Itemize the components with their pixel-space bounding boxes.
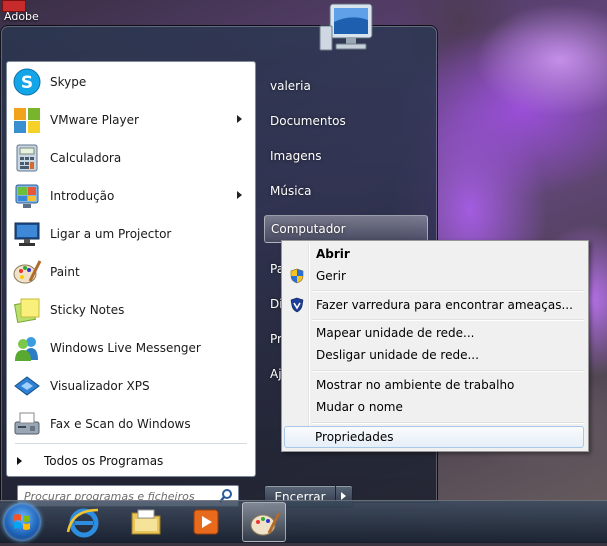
messenger-icon <box>12 333 42 363</box>
internet-explorer-icon <box>66 508 99 538</box>
context-item-label: Fazer varredura para encontrar ameaças..… <box>316 298 573 312</box>
program-label: Calculadora <box>50 151 122 165</box>
svg-text:S: S <box>21 73 33 93</box>
submenu-arrow-icon <box>237 191 242 199</box>
right-item-documents[interactable]: Documentos <box>264 107 426 135</box>
start-orb-button[interactable] <box>3 503 41 541</box>
taskbar-internet-explorer[interactable] <box>62 502 106 542</box>
right-item-music[interactable]: Música <box>264 177 426 205</box>
arrow-right-icon <box>341 492 346 500</box>
all-programs-button[interactable]: Todos os Programas <box>13 450 249 472</box>
context-item-rename[interactable]: Mudar o nome <box>284 396 584 418</box>
program-item-introducao[interactable]: Introdução <box>9 178 252 214</box>
right-item-label: valeria <box>270 79 311 93</box>
start-menu-programs-panel: S Skype VMware Player Calculadora Introd… <box>6 61 256 477</box>
computer-context-menu: Abrir Gerir Fazer varredura para encontr… <box>281 240 589 452</box>
context-item-label: Mapear unidade de rede... <box>316 326 475 340</box>
context-menu-separator <box>312 290 584 292</box>
right-item-computer[interactable]: Computador <box>264 215 428 243</box>
projector-icon <box>12 219 42 249</box>
windows-explorer-icon <box>131 509 161 535</box>
program-label: Visualizador XPS <box>50 379 150 393</box>
programs-divider <box>15 443 247 444</box>
context-item-label: Mudar o nome <box>316 400 403 414</box>
skype-icon: S <box>12 67 42 97</box>
windows-logo-icon <box>14 514 30 530</box>
context-item-show-on-desktop[interactable]: Mostrar no ambiente de trabalho <box>284 374 584 396</box>
program-item-paint[interactable]: Paint <box>9 254 252 290</box>
context-item-scan[interactable]: Fazer varredura para encontrar ameaças..… <box>284 294 584 316</box>
context-item-label: Propriedades <box>315 430 394 444</box>
taskbar <box>0 500 607 543</box>
program-item-skype[interactable]: S Skype <box>9 64 252 100</box>
program-item-windows-live-messenger[interactable]: Windows Live Messenger <box>9 330 252 366</box>
program-label: Windows Live Messenger <box>50 341 201 355</box>
context-menu-separator <box>312 319 584 321</box>
context-item-label: Mostrar no ambiente de trabalho <box>316 378 515 392</box>
context-menu-separator <box>312 422 584 424</box>
program-item-fax-scan[interactable]: Fax e Scan do Windows <box>9 406 252 442</box>
adobe-shortcut-label[interactable]: Adobe <box>4 10 39 23</box>
right-item-pictures[interactable]: Imagens <box>264 142 426 170</box>
program-item-calculadora[interactable]: Calculadora <box>9 140 252 176</box>
context-item-open[interactable]: Abrir <box>284 243 584 265</box>
taskbar-windows-explorer[interactable] <box>124 502 168 542</box>
program-item-ligar-projector[interactable]: Ligar a um Projector <box>9 216 252 252</box>
right-item-user[interactable]: valeria <box>264 72 426 100</box>
program-label: Skype <box>50 75 87 89</box>
uac-shield-icon <box>289 268 305 284</box>
xps-viewer-icon <box>12 371 42 401</box>
program-label: Sticky Notes <box>50 303 125 317</box>
program-item-vmware-player[interactable]: VMware Player <box>9 102 252 138</box>
program-label: VMware Player <box>50 113 139 127</box>
program-label: Introdução <box>50 189 115 203</box>
taskbar-paint[interactable] <box>242 502 286 542</box>
right-item-label: Documentos <box>270 114 346 128</box>
context-menu-separator <box>312 370 584 372</box>
right-item-label: Música <box>270 184 312 198</box>
computer-picture-icon[interactable] <box>318 0 376 55</box>
sticky-notes-icon <box>12 295 42 325</box>
program-label: Paint <box>50 265 80 279</box>
arrow-right-icon <box>17 457 22 465</box>
right-item-label: Computador <box>271 222 346 236</box>
getting-started-icon <box>12 181 42 211</box>
vmware-player-icon <box>12 105 42 135</box>
program-label: Ligar a um Projector <box>50 227 172 241</box>
program-item-sticky-notes[interactable]: Sticky Notes <box>9 292 252 328</box>
calculator-icon <box>12 143 42 173</box>
context-item-disconnect-drive[interactable]: Desligar unidade de rede... <box>284 344 584 366</box>
media-player-icon <box>193 509 219 535</box>
paint-icon <box>12 257 42 287</box>
context-item-properties[interactable]: Propriedades <box>284 426 584 448</box>
antivirus-shield-icon <box>289 297 305 313</box>
program-item-visualizador-xps[interactable]: Visualizador XPS <box>9 368 252 404</box>
context-item-label: Gerir <box>316 269 346 283</box>
paint-icon <box>250 512 281 536</box>
submenu-arrow-icon <box>237 115 242 123</box>
program-label: Fax e Scan do Windows <box>50 417 191 431</box>
context-item-map-drive[interactable]: Mapear unidade de rede... <box>284 322 584 344</box>
context-item-label: Abrir <box>316 247 350 261</box>
taskbar-media-player[interactable] <box>184 502 228 542</box>
fax-scan-icon <box>12 409 42 439</box>
right-item-label: Imagens <box>270 149 322 163</box>
right-item-label: Aj <box>270 367 282 381</box>
all-programs-label: Todos os Programas <box>44 454 164 468</box>
context-item-label: Desligar unidade de rede... <box>316 348 479 362</box>
context-item-manage[interactable]: Gerir <box>284 265 584 287</box>
